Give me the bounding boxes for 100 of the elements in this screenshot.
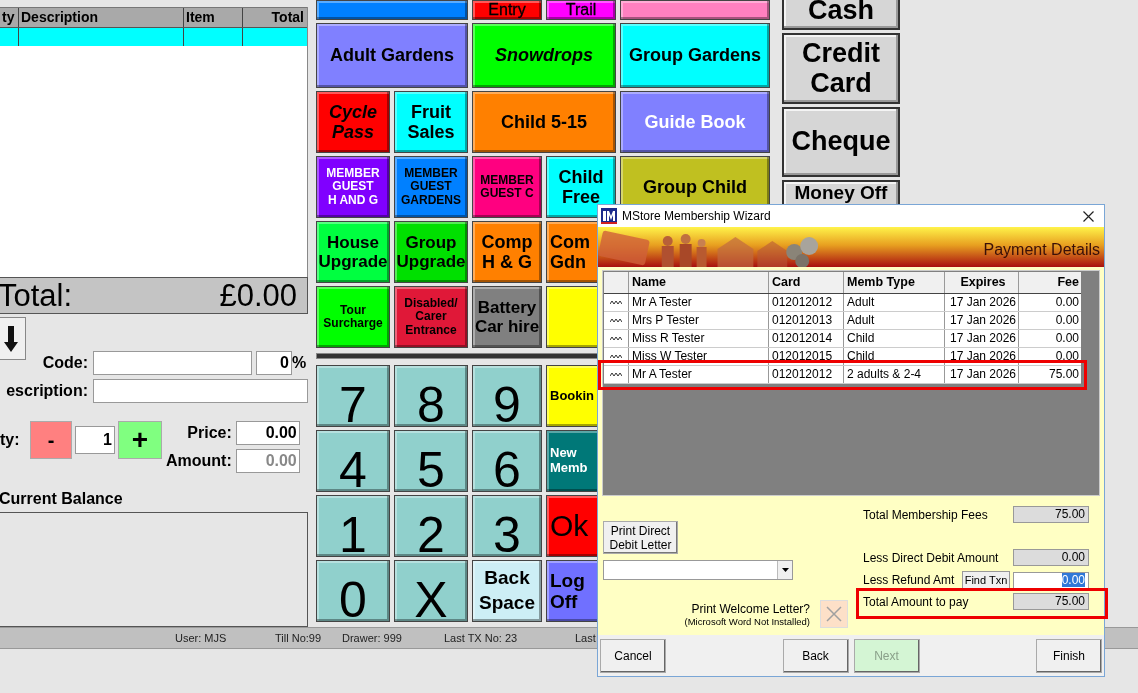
product-button[interactable]: MEMBER GUEST GARDENS [394,156,468,218]
product-button[interactable]: Fruit Sales [394,91,468,153]
table-cell-text: 0.00 [1054,294,1080,311]
caret-icon [781,568,789,572]
percent-label: % [292,354,307,373]
product-button[interactable]: Tour Surcharge [316,286,390,348]
column-header: Card [769,272,844,293]
column-header: Fee [1056,274,1080,291]
discount-field[interactable]: 0 [256,351,292,376]
table-cell: 2 adults & 2-4 [844,366,945,383]
amount-field: 75.00 [1013,506,1089,523]
table-cell: 012012012 [769,294,844,311]
table-cell: Miss W Tester [629,348,769,365]
refund-amount-field[interactable]: 0.00 [1013,571,1089,589]
payment-button[interactable]: Cheque [782,107,900,177]
code-field[interactable] [93,351,252,376]
product-button[interactable]: Child Free [546,156,616,218]
product-button[interactable] [316,0,468,20]
product-button[interactable]: Battery Car hire [472,286,542,348]
plus-button[interactable]: + [118,421,162,460]
welcome-letter-label: Print Welcome Letter? [691,601,810,616]
table-cell: 17 Jan 2026 [945,294,1019,311]
payment-button[interactable]: Cash [782,0,900,30]
column-header: Memb Type [844,272,945,293]
table-cell: 012012014 [769,330,844,347]
table-cell: 012012013 [769,312,844,329]
code-label: Code: [41,354,88,373]
table-cell: Adult [844,294,945,311]
table-cell: Child [844,348,945,365]
find-transaction-button[interactable]: Find Txn [962,571,1010,589]
product-button[interactable]: Group Gardens [620,23,770,88]
down-button[interactable] [0,317,26,361]
quantity-field[interactable]: 1 [75,426,115,455]
table-cell-text: 0.00 [1054,312,1080,329]
keypad-button[interactable]: 1 [316,495,390,557]
table-cell: Mr A Tester [629,294,769,311]
column-header: ty [0,8,19,27]
keypad-button[interactable]: 7 [316,365,390,427]
product-button[interactable]: MEMBER GUEST C [472,156,542,218]
keypad-button[interactable]: 9 [472,365,542,427]
column-header: Description [19,8,184,27]
keypad-button[interactable]: 2 [394,495,468,557]
table-cell: Mrs P Tester [629,312,769,329]
keypad-button[interactable]: 0 [316,560,390,622]
wizard-button[interactable]: Back [782,638,849,673]
status-text: Till No:99 [275,632,323,644]
dropdown[interactable] [603,560,793,580]
product-button[interactable]: House Upgrade [316,221,390,283]
payment-button[interactable]: Credit Card [782,33,900,104]
product-button[interactable]: MEMBER GUEST H AND G [316,156,390,218]
row-marker-icon [610,318,622,323]
table-cell: Adult [844,312,945,329]
column-header: Item [184,8,243,27]
table-cell-text: 75.00 [1047,366,1080,383]
table-cell: Mr A Tester [629,366,769,383]
table-cell: 012012012 [769,366,844,383]
keypad-button[interactable]: Back Space [472,560,542,622]
product-button[interactable]: Group Upgrade [394,221,468,283]
description-field[interactable] [93,379,308,404]
column-header: Expires [945,272,1019,293]
price-field[interactable]: 0.00 [235,421,300,446]
table-cell: 17 Jan 2026 [945,312,1019,329]
amount-label: Amount: [166,452,232,471]
product-button[interactable]: Snowdrops [472,23,616,88]
row-marker-icon [610,336,622,341]
product-button[interactable]: Entry [472,0,542,20]
description-label: escription: [5,382,88,401]
keypad-button[interactable]: 5 [394,430,468,492]
wizard-button[interactable]: Finish [1036,638,1102,673]
product-button[interactable]: Cycle Pass [316,91,390,153]
amount-label: Total Membership Fees [863,507,989,522]
welcome-letter-note: (Microsoft Word Not Installed) [684,615,810,627]
product-button[interactable] [620,0,770,20]
keypad-button[interactable]: 6 [472,430,542,492]
row-marker-icon [610,354,622,359]
product-button[interactable]: Trail [546,0,616,20]
amount-label: Less Refund Amt [863,573,956,587]
close-icon[interactable] [1083,210,1094,222]
minus-button[interactable]: - [30,421,72,460]
product-button[interactable]: Adult Gardens [316,23,468,88]
total-value: £0.00 [219,278,297,313]
product-button[interactable]: Disabled/ Carer Entrance [394,286,468,348]
amount-label: Total Amount to pay [863,594,970,609]
table-cell: 17 Jan 2026 [945,330,1019,347]
column-header: Total [270,8,305,27]
amount-field: 75.00 [1013,593,1089,610]
product-button[interactable]: Comp H & G [472,221,542,283]
wizard-button[interactable]: Cancel [600,638,666,673]
quantity-label: ty: [0,431,21,450]
table-cell: 17 Jan 2026 [945,366,1019,383]
keypad-button[interactable]: 4 [316,430,390,492]
status-text: User: MJS [175,632,228,644]
keypad-button[interactable]: X [394,560,468,622]
amount-field: 0.00 [235,449,300,474]
keypad-button[interactable]: 8 [394,365,468,427]
column-header: Name [629,272,769,293]
keypad-button[interactable]: 3 [472,495,542,557]
table-cell: 012012015 [769,348,844,365]
product-button[interactable]: Child 5-15 [472,91,616,153]
print-debit-letter-button[interactable]: Print Direct Debit Letter [603,521,678,554]
